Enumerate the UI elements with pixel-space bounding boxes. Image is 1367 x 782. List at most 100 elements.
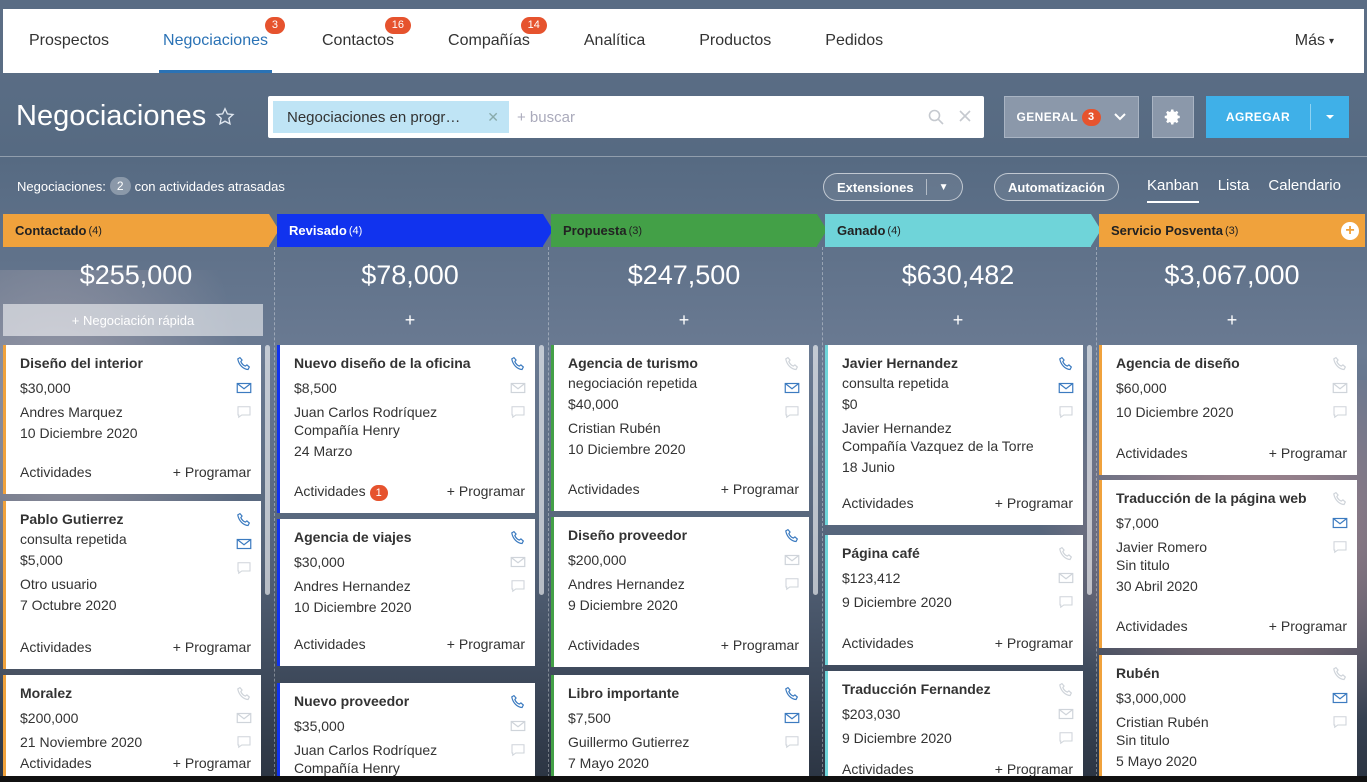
deal-card[interactable]: Nuevo diseño de la oficina $8,500 Juan Car… [277,345,535,513]
schedule-link[interactable]: + Programar [447,636,525,652]
deal-card[interactable]: Libro importante $7,500 Guillermo Gutierre… [551,675,809,782]
deal-title[interactable]: Traducción de la página web [1116,490,1307,506]
schedule-link[interactable]: + Programar [1269,445,1347,461]
phone-icon[interactable] [235,511,253,529]
chat-icon[interactable] [1057,593,1075,611]
mail-icon[interactable] [1057,379,1075,397]
deal-contact-link[interactable]: Compañía Henry [294,760,400,776]
deal-title[interactable]: Rubén [1116,665,1160,681]
overdue-count[interactable]: 2 [109,177,131,195]
phone-icon[interactable] [783,355,801,373]
column-scrollbar[interactable] [539,345,544,595]
chat-icon[interactable] [1331,538,1349,556]
chevron-down-icon[interactable] [1311,114,1349,120]
deal-title[interactable]: Diseño proveedor [568,527,687,543]
schedule-link[interactable]: + Programar [173,639,251,655]
add-stage-icon[interactable]: + [1341,222,1359,240]
mail-icon[interactable] [1331,689,1349,707]
activities-link[interactable]: Actividades 1 [294,483,388,501]
nav-productos[interactable]: Productos [672,9,798,73]
deal-contact-link[interactable]: Sin titulo [1116,557,1170,573]
chat-icon[interactable] [783,733,801,751]
mail-icon[interactable] [783,379,801,397]
mail-icon[interactable] [509,379,527,397]
phone-icon[interactable] [509,355,527,373]
deal-card[interactable]: Agencia de turismo negociación repetida $4… [551,345,809,511]
schedule-link[interactable]: + Programar [173,464,251,480]
stage-header[interactable]: Ganado (4) [825,214,1101,247]
add-deal-icon[interactable]: + [1099,304,1365,336]
deal-contact-link[interactable]: Guillermo Gutierrez [568,734,689,750]
deal-card[interactable]: Agencia de diseño $60,000 10 Diciembre 202… [1099,345,1357,475]
settings-button[interactable] [1152,96,1194,138]
nav-contactos[interactable]: Contactos 16 [295,9,421,73]
nav-companias[interactable]: Compañías 14 [421,9,557,73]
schedule-link[interactable]: + Programar [721,637,799,653]
deal-contact-link[interactable]: Otro usuario [20,576,97,592]
mail-icon[interactable] [235,379,253,397]
view-kanban[interactable]: Kanban [1147,177,1199,203]
deal-card[interactable]: Diseño proveedor $200,000 Andres Hernandez… [551,517,809,667]
add-button[interactable]: AGREGAR [1206,96,1349,138]
deal-title[interactable]: Libro importante [568,685,679,701]
deal-card[interactable]: Traducción de la página web $7,000 Javier … [1099,480,1357,648]
phone-icon[interactable] [1331,355,1349,373]
deal-title[interactable]: Agencia de turismo [568,355,698,371]
deal-contact-link[interactable]: Sin titulo [1116,732,1170,748]
nav-more[interactable]: Más ▾ [1295,9,1334,73]
mail-icon[interactable] [783,551,801,569]
deal-contact-link[interactable]: Andres Marquez [20,404,123,420]
column-scrollbar[interactable] [813,345,818,595]
chat-icon[interactable] [509,741,527,759]
deal-card[interactable]: Página café $123,412 9 Diciembre 2020 Activ… [825,535,1083,665]
nav-prospectos[interactable]: Prospectos [3,9,136,73]
mail-icon[interactable] [1057,705,1075,723]
mail-icon[interactable] [1057,569,1075,587]
chat-icon[interactable] [509,403,527,421]
deal-title[interactable]: Agencia de diseño [1116,355,1240,371]
activities-link[interactable]: Actividades [568,637,640,653]
chat-icon[interactable] [235,733,253,751]
mail-icon[interactable] [1331,514,1349,532]
deal-card[interactable]: Diseño del interior $30,000 Andres Marquez… [3,345,261,494]
mail-icon[interactable] [235,709,253,727]
deal-contact-link[interactable]: Juan Carlos Rodríquez [294,742,437,758]
phone-icon[interactable] [783,527,801,545]
schedule-link[interactable]: + Programar [995,635,1073,651]
phone-icon[interactable] [509,529,527,547]
schedule-link[interactable]: + Programar [447,483,525,499]
deal-contact-link[interactable]: Juan Carlos Rodríquez [294,404,437,420]
deal-contact-link[interactable]: Javier Romero [1116,539,1207,555]
schedule-link[interactable]: + Programar [995,495,1073,511]
stage-header[interactable]: Revisado (4) [277,214,553,247]
search-input[interactable] [517,108,928,126]
deal-card[interactable]: Nuevo proveedor $35,000 Juan Carlos Rodríq… [277,683,535,782]
deal-card[interactable]: Javier Hernandez consulta repetida $0 Javie… [825,345,1083,525]
chat-icon[interactable] [1057,729,1075,747]
star-icon[interactable] [214,106,236,128]
chat-icon[interactable] [1331,403,1349,421]
phone-icon[interactable] [235,355,253,373]
phone-icon[interactable] [235,685,253,703]
view-lista[interactable]: Lista [1218,177,1250,203]
deal-card[interactable]: Traducción Fernandez $203,030 9 Diciembre … [825,671,1083,782]
activities-link[interactable]: Actividades [20,639,92,655]
nav-analitica[interactable]: Analítica [557,9,672,73]
phone-icon[interactable] [1331,490,1349,508]
stage-header[interactable]: Contactado (4) [3,214,279,247]
deal-title[interactable]: Moralez [20,685,72,701]
deal-card[interactable]: Rubén $3,000,000 Cristian Rubén Sin titulo 5… [1099,655,1357,782]
deal-title[interactable]: Diseño del interior [20,355,143,371]
phone-icon[interactable] [1057,545,1075,563]
close-icon[interactable]: ✕ [487,109,499,126]
add-deal-icon[interactable]: + [825,304,1091,336]
mail-icon[interactable] [1331,379,1349,397]
extensions-button[interactable]: Extensiones ▼ [823,173,963,201]
phone-icon[interactable] [1057,681,1075,699]
activities-link[interactable]: Actividades [294,636,366,652]
deal-card[interactable]: Pablo Gutierrez consulta repetida $5,000 Ot… [3,501,261,669]
schedule-link[interactable]: + Programar [173,755,251,771]
deal-contact-link[interactable]: Cristian Rubén [1116,714,1209,730]
activities-link[interactable]: Actividades [20,464,92,480]
phone-icon[interactable] [783,685,801,703]
